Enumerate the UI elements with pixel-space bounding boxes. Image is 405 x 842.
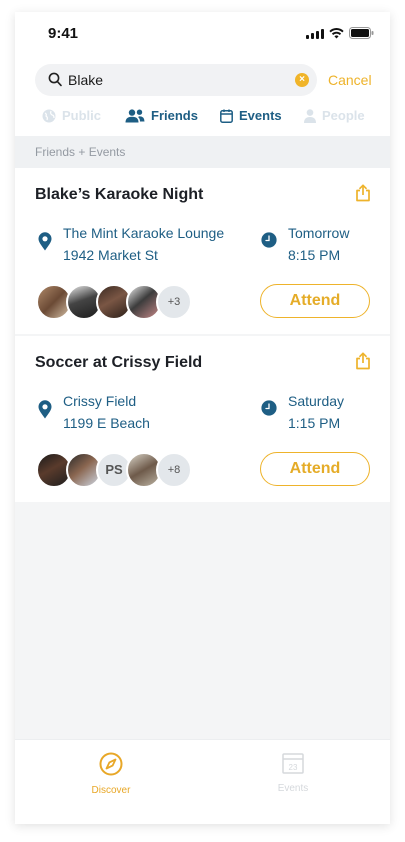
header: 9:41 Blake × Cancel Public Friends Event… <box>15 12 390 136</box>
clock-icon <box>261 232 277 248</box>
tab-events-label: Events <box>277 783 309 794</box>
event-title: Blake’s Karaoke Night <box>35 186 204 203</box>
calendar-date: 23 <box>289 763 298 772</box>
event-location[interactable]: The Mint Karaoke Lounge 1942 Market St <box>63 222 224 266</box>
signal-icon <box>306 28 324 39</box>
event-card[interactable]: Blake’s Karaoke Night The Mint Karaoke L… <box>15 168 390 334</box>
tab-discover[interactable]: Discover <box>51 752 171 796</box>
event-datetime: Saturday 1:15 PM <box>288 390 344 434</box>
more-attendees-count: +8 <box>156 452 192 488</box>
filter-public[interactable]: Public <box>42 108 101 123</box>
calendar-icon <box>220 109 233 123</box>
event-address: 1942 Market St <box>63 247 158 263</box>
attend-button[interactable]: Attend <box>260 452 370 486</box>
location-pin-icon <box>38 232 52 251</box>
status-time: 9:41 <box>48 25 79 42</box>
battery-icon <box>349 27 374 39</box>
filter-public-label: Public <box>62 108 102 123</box>
section-header: Friends + Events <box>15 136 390 168</box>
event-title: Soccer at Crissy Field <box>35 354 203 371</box>
compass-icon <box>99 752 123 776</box>
event-venue: Crissy Field <box>63 393 137 409</box>
event-time: 1:15 PM <box>288 415 341 431</box>
bottom-tab-bar: Discover 23 Events <box>15 739 390 824</box>
filter-events-label: Events <box>239 108 282 123</box>
person-icon <box>304 108 316 123</box>
status-icons <box>306 27 374 39</box>
wifi-icon <box>329 27 344 38</box>
event-day: Tomorrow <box>288 225 350 241</box>
globe-icon <box>42 109 56 122</box>
search-box[interactable]: × <box>35 64 317 96</box>
event-venue: The Mint Karaoke Lounge <box>63 225 225 241</box>
filter-tabs: Public Friends Events People <box>15 108 390 128</box>
tab-discover-label: Discover <box>91 785 131 796</box>
event-card[interactable]: Soccer at Crissy Field Crissy Field 1199… <box>15 336 390 502</box>
phone-screen: 9:41 Blake × Cancel Public Friends Event… <box>15 12 390 824</box>
attend-button[interactable]: Attend <box>260 284 370 318</box>
clear-search-icon[interactable]: × <box>295 73 309 87</box>
event-time: 8:15 PM <box>288 247 341 263</box>
filter-people[interactable]: People <box>304 108 365 123</box>
filter-friends-label: Friends <box>151 108 198 123</box>
more-attendees-count: +3 <box>156 284 192 320</box>
search-input[interactable] <box>68 64 288 96</box>
filter-events[interactable]: Events <box>220 108 282 123</box>
search-icon <box>48 72 62 87</box>
share-icon[interactable] <box>355 352 371 370</box>
event-datetime: Tomorrow 8:15 PM <box>288 222 349 266</box>
tab-events[interactable]: 23 Events <box>233 752 353 794</box>
event-location[interactable]: Crissy Field 1199 E Beach <box>63 390 150 434</box>
status-bar: 9:41 <box>15 12 390 56</box>
cancel-button[interactable]: Cancel <box>328 72 372 88</box>
filter-friends[interactable]: Friends <box>125 108 198 123</box>
users-icon <box>125 108 145 122</box>
event-address: 1199 E Beach <box>63 415 150 431</box>
location-pin-icon <box>38 400 52 419</box>
share-icon[interactable] <box>355 184 371 202</box>
event-day: Saturday <box>288 393 345 409</box>
clock-icon <box>261 400 277 416</box>
filter-people-label: People <box>322 108 365 123</box>
search-row: × Cancel <box>35 64 375 96</box>
calendar-icon: 23 <box>282 753 304 774</box>
